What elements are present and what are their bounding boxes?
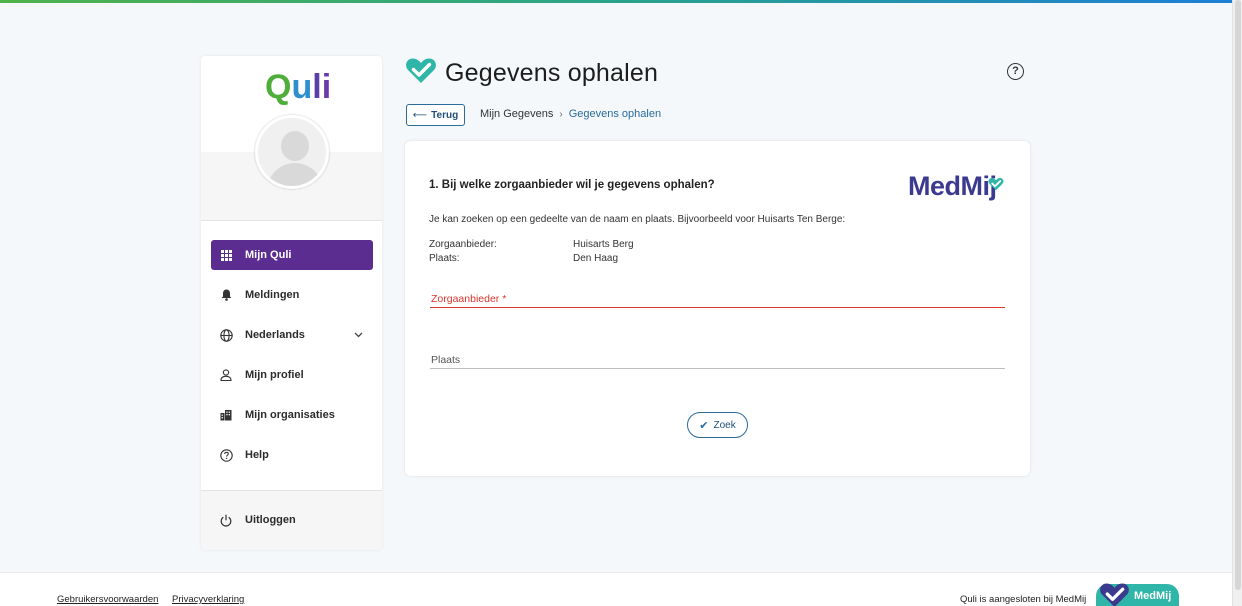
avatar[interactable]: [255, 115, 329, 189]
breadcrumb-parent[interactable]: Mijn Gegevens: [480, 108, 553, 120]
page-title: Gegevens ophalen: [445, 58, 659, 87]
breadcrumb: Mijn Gegevens › Gegevens ophalen: [480, 108, 661, 120]
check-heart-icon: [405, 57, 437, 89]
check-heart-icon: [1100, 583, 1129, 606]
example-row: Plaats: Den Haag: [429, 253, 619, 264]
search-button[interactable]: ✔ Zoek: [687, 412, 748, 438]
sidebar-item-label: Help: [245, 449, 269, 461]
provider-field[interactable]: Zorgaanbieder *: [430, 293, 1005, 309]
sidebar-item-mijn-organisaties[interactable]: Mijn organisaties: [211, 400, 373, 430]
sidebar-item-label: Mijn Quli: [245, 249, 292, 261]
back-label: Terug: [431, 109, 459, 121]
check-icon: ✔: [699, 419, 709, 432]
sidebar-divider: [201, 220, 382, 221]
scrollbar-thumb[interactable]: [1235, 0, 1241, 590]
sidebar-item-label: Nederlands: [245, 329, 305, 341]
chevron-down-icon[interactable]: [354, 330, 363, 341]
sidebar-header: Quli: [201, 56, 382, 221]
question-title: 1. Bij welke zorgaanbieder wil je gegeve…: [429, 179, 715, 191]
privacy-link[interactable]: Privacyverklaring: [172, 594, 244, 605]
place-label: Plaats: [431, 354, 461, 366]
place-field[interactable]: Plaats: [430, 354, 1005, 370]
example-row: Zorgaanbieder: Huisarts Berg: [429, 239, 634, 250]
footer: Gebruikersvoorwaarden Privacyverklaring …: [0, 572, 1232, 606]
sidebar-item-meldingen[interactable]: Meldingen: [211, 280, 373, 310]
sidebar-item-mijn-quli[interactable]: Mijn Quli: [211, 240, 373, 270]
power-icon: [219, 513, 233, 527]
chevron-right-icon: ›: [559, 108, 563, 120]
question-description: Je kan zoeken op een gedeelte van de naa…: [429, 214, 846, 225]
medmij-logo: MedMij: [908, 171, 1004, 202]
help-circle-icon: [219, 448, 233, 462]
terms-link[interactable]: Gebruikersvoorwaarden: [57, 594, 158, 605]
sidebar-item-mijn-profiel[interactable]: Mijn profiel: [211, 360, 373, 390]
medmij-note: Quli is aangesloten bij MedMij: [960, 594, 1087, 605]
medmij-badge-label: MedMij: [1134, 590, 1172, 602]
provider-label: Zorgaanbieder *: [431, 293, 507, 305]
search-button-label: Zoek: [713, 419, 736, 431]
sidebar-item-label: Mijn profiel: [245, 369, 304, 381]
back-button[interactable]: ⟵ Terug: [406, 104, 465, 126]
logout-button[interactable]: Uitloggen: [211, 505, 373, 535]
page-header: Gegevens ophalen: [405, 57, 658, 89]
logout-label: Uitloggen: [245, 514, 296, 526]
quli-logo[interactable]: Quli: [265, 68, 331, 107]
scrollbar[interactable]: [1232, 0, 1242, 606]
search-card: 1. Bij welke zorgaanbieder wil je gegeve…: [405, 141, 1030, 476]
globe-icon: [219, 328, 233, 342]
arrow-left-icon: ⟵: [412, 109, 428, 121]
help-button[interactable]: ?: [1007, 63, 1024, 80]
top-gradient-bar: [0, 0, 1232, 3]
bell-icon: [219, 288, 233, 302]
sidebar-item-label: Meldingen: [245, 289, 300, 301]
breadcrumb-current: Gegevens ophalen: [568, 108, 662, 120]
buildings-icon: [219, 408, 233, 422]
user-icon: [219, 368, 233, 382]
sidebar-item-help[interactable]: Help: [211, 440, 373, 470]
sidebar: Quli Mijn Quli Meldingen Nederlands Mijn…: [201, 56, 382, 550]
sidebar-item-label: Mijn organisaties: [245, 409, 335, 421]
check-heart-icon: [988, 167, 1004, 198]
grid-icon: [219, 248, 233, 262]
medmij-badge[interactable]: MedMij: [1096, 583, 1179, 606]
sidebar-item-nederlands[interactable]: Nederlands: [211, 320, 373, 350]
